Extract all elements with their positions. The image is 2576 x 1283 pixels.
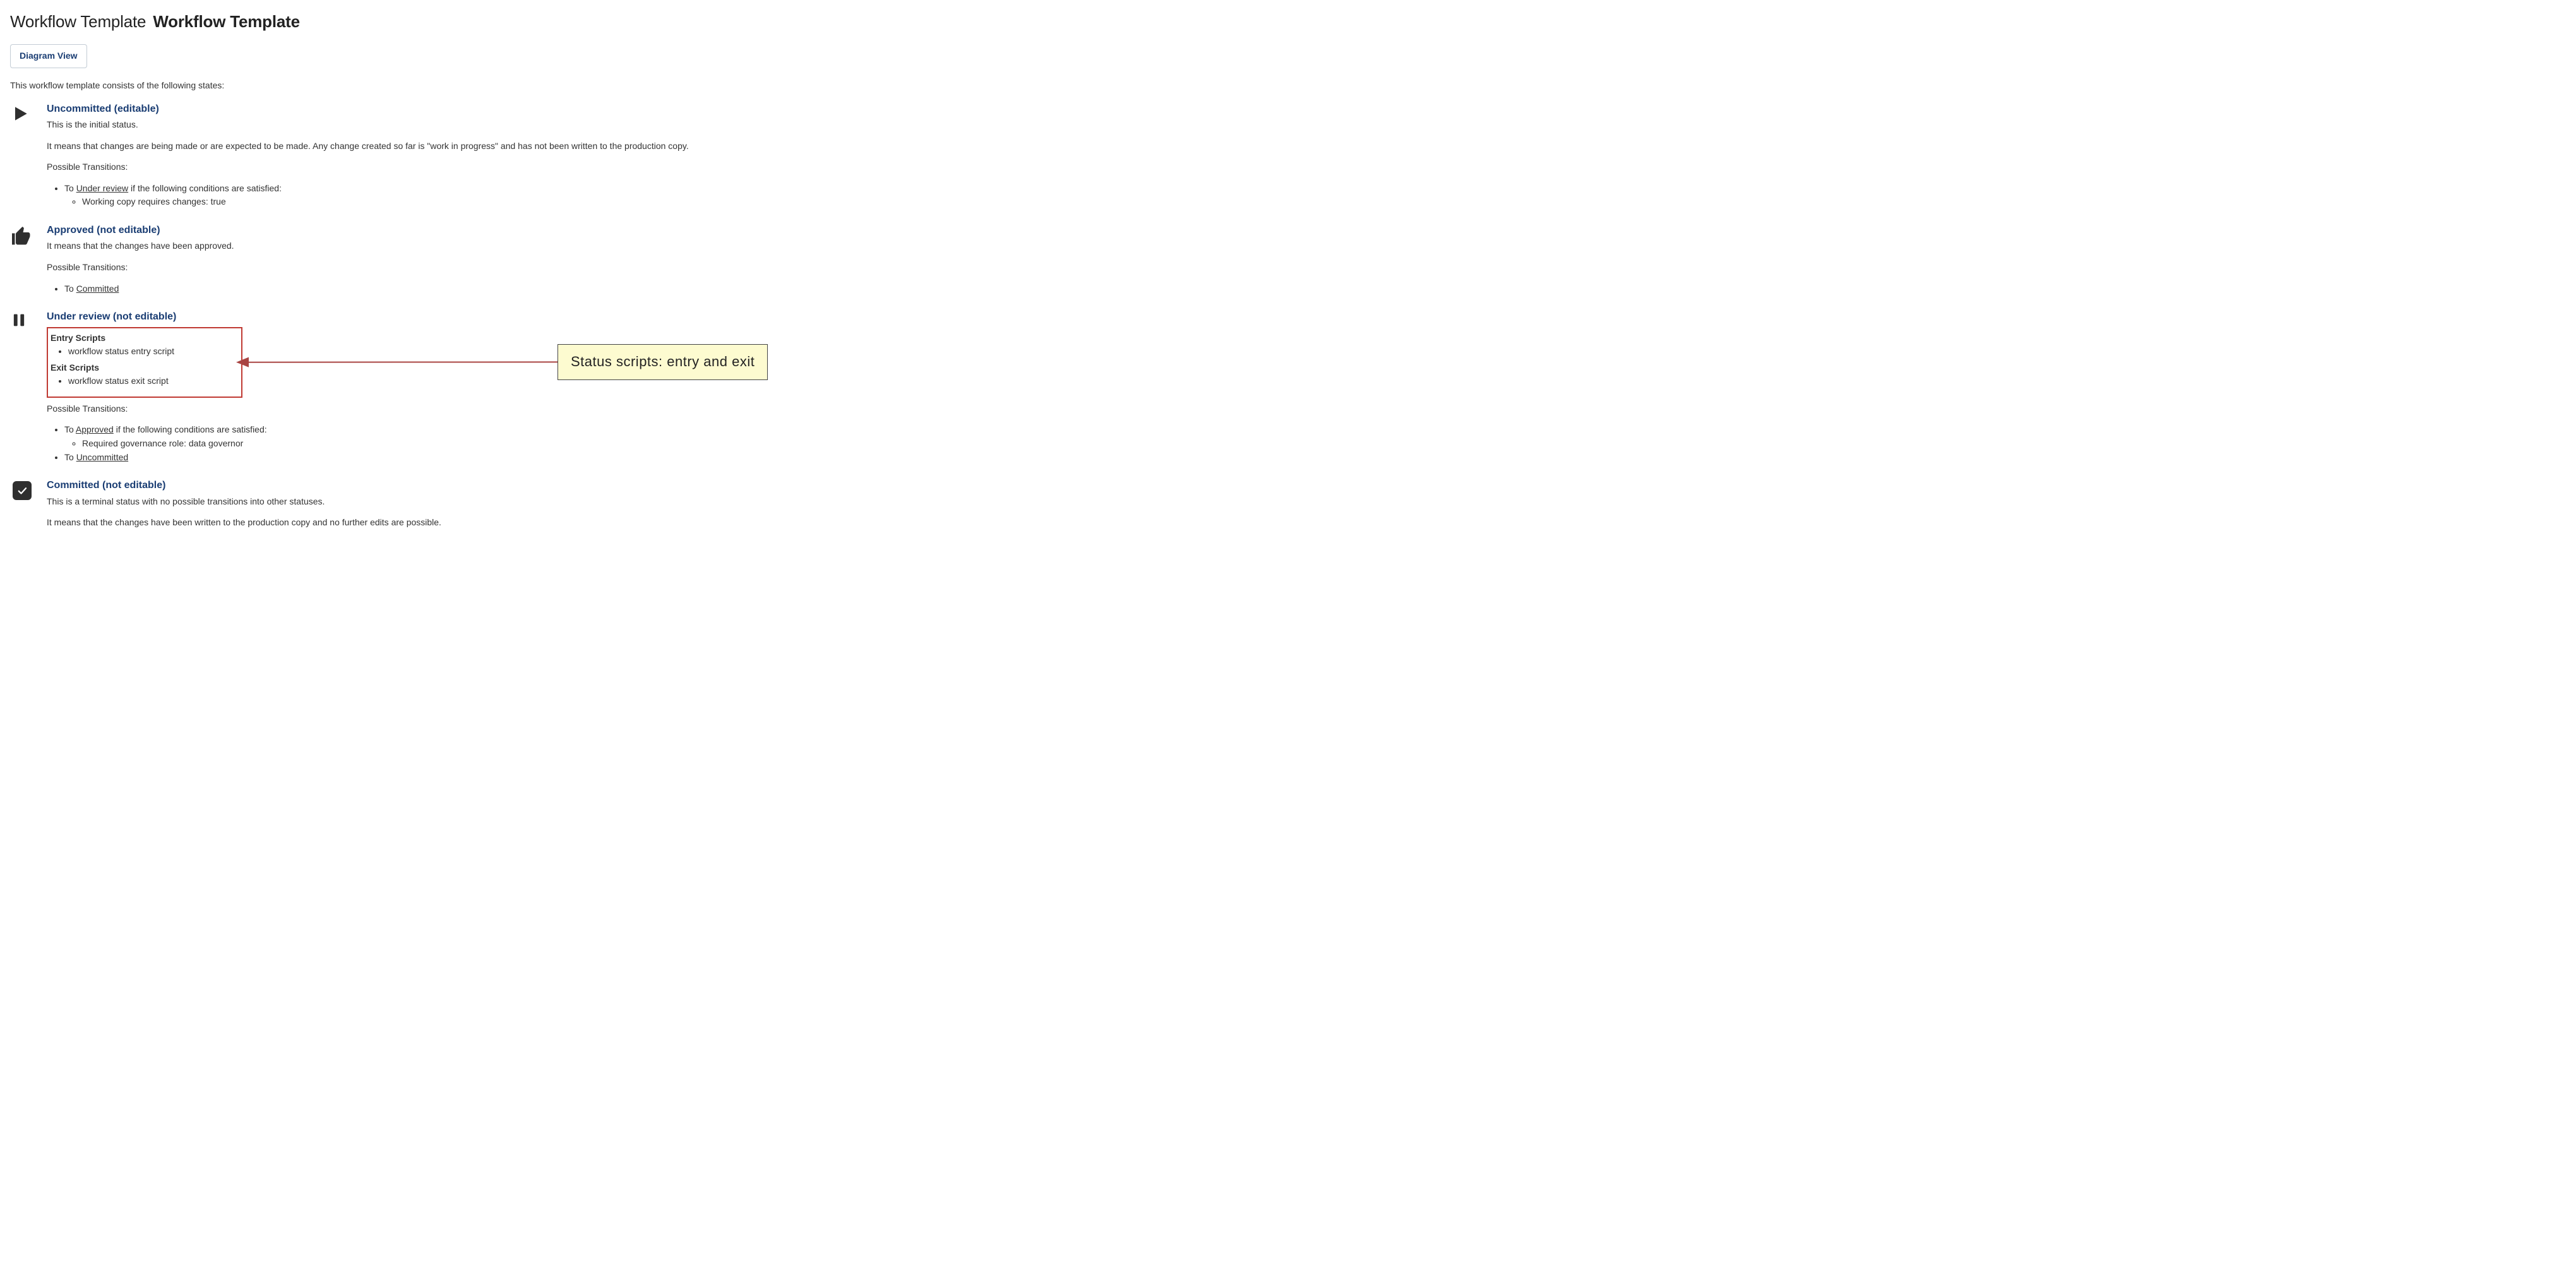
possible-transitions-heading: Possible Transitions:	[47, 161, 975, 174]
diagram-view-button[interactable]: Diagram View	[10, 44, 87, 68]
annotation-callout: Status scripts: entry and exit	[558, 344, 768, 380]
thumbs-up-icon	[10, 225, 35, 248]
transition-item: To Under review if the following conditi…	[64, 182, 975, 208]
state-heading: Uncommitted (editable)	[47, 102, 975, 116]
intro-text: This workflow template consists of the f…	[10, 80, 975, 92]
state-text: It means that changes are being made or …	[47, 140, 975, 153]
title-light: Workflow Template	[10, 12, 146, 31]
title-bold: Workflow Template	[153, 12, 300, 31]
entry-script-item: workflow status entry script	[68, 345, 236, 358]
state-text: This is a terminal status with no possib…	[47, 496, 975, 508]
exit-script-item: workflow status exit script	[68, 375, 236, 388]
transition-link[interactable]: Approved	[76, 424, 114, 434]
possible-transitions-heading: Possible Transitions:	[47, 261, 975, 274]
state-under-review: Under review (not editable) Entry Script…	[10, 310, 975, 465]
check-square-icon	[10, 480, 35, 500]
state-text: This is the initial status.	[47, 119, 975, 131]
pause-icon	[10, 311, 35, 329]
transition-item: To Approved if the following conditions …	[64, 424, 975, 450]
transition-link[interactable]: Uncommitted	[76, 452, 128, 462]
play-icon	[10, 104, 35, 124]
scripts-highlight-box: Entry Scripts workflow status entry scri…	[47, 327, 242, 398]
state-uncommitted: Uncommitted (editable) This is the initi…	[10, 102, 975, 210]
state-committed: Committed (not editable) This is a termi…	[10, 479, 975, 538]
state-text: It means that the changes have been writ…	[47, 516, 975, 529]
possible-transitions-heading: Possible Transitions:	[47, 403, 975, 415]
state-text: It means that the changes have been appr…	[47, 240, 975, 253]
exit-scripts-heading: Exit Scripts	[51, 362, 236, 374]
state-heading: Approved (not editable)	[47, 224, 975, 237]
state-heading: Under review (not editable)	[47, 310, 975, 324]
transition-condition: Required governance role: data governor	[82, 438, 975, 450]
state-approved: Approved (not editable) It means that th…	[10, 224, 975, 296]
transition-link[interactable]: Committed	[76, 283, 119, 294]
transition-condition: Working copy requires changes: true	[82, 196, 975, 208]
transition-link[interactable]: Under review	[76, 183, 128, 193]
page-title: Workflow Template Workflow Template	[10, 10, 975, 33]
transition-item: To Committed	[64, 283, 975, 295]
entry-scripts-heading: Entry Scripts	[51, 332, 236, 345]
state-heading: Committed (not editable)	[47, 479, 975, 492]
transition-item: To Uncommitted	[64, 451, 975, 464]
